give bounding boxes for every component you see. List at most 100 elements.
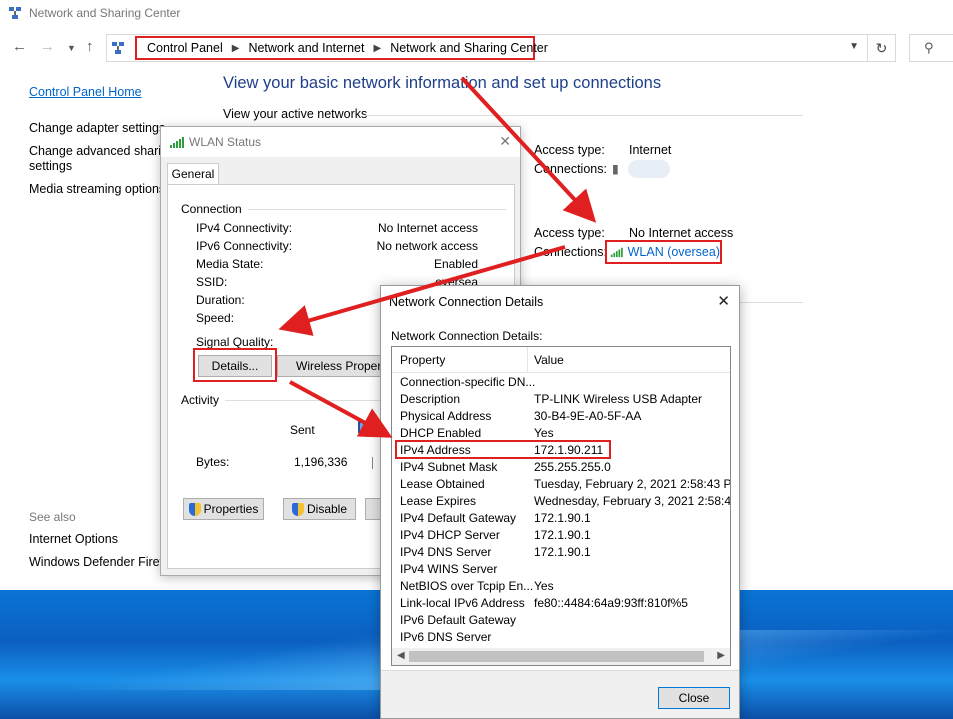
sent-label: Sent: [290, 423, 315, 437]
list-item-property[interactable]: IPv4 DNS Server: [400, 545, 491, 559]
change-advanced-sharing-link[interactable]: Change advanced sharin: [29, 144, 168, 158]
list-item-property[interactable]: DHCP Enabled: [400, 426, 481, 440]
list-item-property[interactable]: NetBIOS over Tcpip En...: [400, 579, 533, 593]
search-input[interactable]: ⚲: [909, 34, 953, 62]
group-divider: [248, 209, 506, 210]
connection-link-redacted[interactable]: [628, 160, 670, 178]
refresh-icon: ↻: [875, 40, 888, 56]
column-header-value[interactable]: Value: [534, 353, 564, 367]
ssid-label: SSID:: [196, 275, 228, 289]
page-title: View your basic network information and …: [223, 74, 662, 92]
ipv4-connectivity-value: No Internet access: [377, 221, 478, 235]
ipv4-connectivity-label: IPv4 Connectivity:: [196, 221, 293, 235]
dialog-title-bar: WLAN Status ✕: [161, 127, 520, 157]
breadcrumb-control-panel[interactable]: Control Panel: [147, 41, 223, 55]
list-item-property[interactable]: Description: [400, 392, 460, 406]
change-advanced-sharing-link-line2[interactable]: settings: [29, 159, 72, 173]
disable-button[interactable]: Disable: [283, 498, 356, 520]
ipv4-address-property[interactable]: IPv4 Address: [400, 443, 471, 457]
search-icon: ⚲: [924, 40, 934, 55]
list-header: Property Value: [392, 347, 730, 373]
breadcrumb-separator-icon: ▶: [231, 42, 240, 54]
address-dropdown-icon[interactable]: ▼: [849, 41, 859, 52]
list-item-value: 172.1.90.1: [534, 528, 591, 542]
breadcrumb-separator-icon: ▶: [373, 42, 382, 54]
activity-divider: [372, 457, 373, 469]
title-bar: Network and Sharing Center: [0, 0, 953, 28]
list-item-value: Yes: [534, 426, 554, 440]
speed-label: Speed:: [196, 311, 235, 325]
ipv6-connectivity-label: IPv6 Connectivity:: [196, 239, 293, 253]
network-icon: [9, 7, 21, 19]
windows-defender-firewall-link[interactable]: Windows Defender Firew: [29, 555, 169, 569]
column-divider[interactable]: [527, 347, 528, 373]
up-arrow-icon[interactable]: ↑: [86, 38, 94, 55]
list-item-property[interactable]: IPv4 WINS Server: [400, 562, 497, 576]
list-item-value: Tuesday, February 2, 2021 2:58:43 PM: [534, 477, 731, 491]
change-adapter-settings-link[interactable]: Change adapter settings: [29, 121, 165, 135]
dialog-title: WLAN Status: [189, 135, 262, 149]
list-item-property[interactable]: IPv6 Default Gateway: [400, 613, 516, 627]
media-streaming-options-link[interactable]: Media streaming options: [29, 182, 165, 196]
close-icon[interactable]: ✕: [499, 133, 511, 150]
shield-icon: [188, 502, 201, 516]
divider: [730, 302, 803, 303]
access-type-value: No Internet access: [629, 226, 734, 240]
list-item-property[interactable]: IPv4 Default Gateway: [400, 511, 516, 525]
refresh-button[interactable]: ↻: [867, 34, 896, 62]
dialog-footer: Close: [381, 670, 739, 718]
divider: [365, 115, 803, 116]
close-icon[interactable]: ✕: [717, 292, 730, 310]
list-item-property[interactable]: Link-local IPv6 Address: [400, 596, 525, 610]
scrollbar-thumb[interactable]: [409, 651, 704, 662]
list-item-property[interactable]: IPv4 Subnet Mask: [400, 460, 497, 474]
internet-options-link[interactable]: Internet Options: [29, 532, 118, 546]
wifi-signal-icon: [610, 247, 623, 258]
wlan-connection-link[interactable]: WLAN (oversea): [605, 240, 722, 264]
details-list[interactable]: Property Value Connection-specific DN...…: [391, 346, 731, 666]
tab-general[interactable]: General: [167, 163, 219, 185]
horizontal-scrollbar[interactable]: ◀ ▶: [392, 648, 730, 665]
breadcrumb-network-internet[interactable]: Network and Internet: [248, 41, 364, 55]
active-networks-label: View your active networks: [223, 107, 368, 121]
breadcrumb-network-sharing-center[interactable]: Network and Sharing Center: [390, 41, 548, 55]
recent-chevron-icon[interactable]: ▼: [67, 43, 76, 53]
ipv6-connectivity-value: No network access: [376, 239, 478, 253]
wlan-connection-label: WLAN (oversea): [627, 245, 720, 259]
close-button[interactable]: Close: [658, 687, 730, 709]
scroll-right-icon[interactable]: ▶: [717, 650, 725, 661]
details-button[interactable]: Details...: [198, 355, 272, 377]
back-arrow-icon[interactable]: ←: [12, 38, 27, 55]
wifi-signal-icon: [170, 137, 184, 148]
bytes-sent-value: 1,196,336: [294, 455, 348, 469]
list-item-property[interactable]: Physical Address: [400, 409, 491, 423]
control-panel-icon: [112, 42, 124, 54]
wireless-properties-button[interactable]: Wireless Properties: [277, 355, 397, 377]
scroll-left-icon[interactable]: ◀: [397, 650, 405, 661]
access-type-value: Internet: [629, 143, 672, 157]
list-item-property[interactable]: IPv4 DHCP Server: [400, 528, 500, 542]
list-item-property[interactable]: IPv6 DNS Server: [400, 630, 491, 644]
list-item-property[interactable]: Lease Expires: [400, 494, 476, 508]
list-item-value: 172.1.90.1: [534, 545, 591, 559]
connections-label: Connections:: [534, 245, 607, 259]
list-item-property[interactable]: Connection-specific DN...: [400, 375, 535, 389]
group-divider: [225, 400, 390, 401]
column-header-property[interactable]: Property: [400, 353, 445, 367]
list-item-value: 255.255.255.0: [534, 460, 611, 474]
properties-button-label: Properties: [203, 502, 259, 516]
list-item-value: Yes: [534, 579, 554, 593]
connections-label: Connections:: [534, 162, 607, 176]
address-bar[interactable]: Control Panel ▶ Network and Internet ▶ N…: [106, 34, 868, 62]
disable-button-label: Disable: [306, 502, 348, 516]
list-item-value: TP-LINK Wireless USB Adapter: [534, 392, 703, 406]
activity-group-label: Activity: [181, 393, 220, 407]
list-item-property[interactable]: Lease Obtained: [400, 477, 485, 491]
forward-arrow-icon[interactable]: →: [40, 38, 55, 55]
control-panel-home-link[interactable]: Control Panel Home: [29, 85, 142, 99]
list-item-value: 30-B4-9E-A0-5F-AA: [534, 409, 642, 423]
connection-group-label: Connection: [181, 202, 242, 216]
properties-button[interactable]: Properties: [183, 498, 264, 520]
ethernet-icon: ▮: [612, 162, 619, 176]
access-type-label: Access type:: [534, 143, 605, 157]
